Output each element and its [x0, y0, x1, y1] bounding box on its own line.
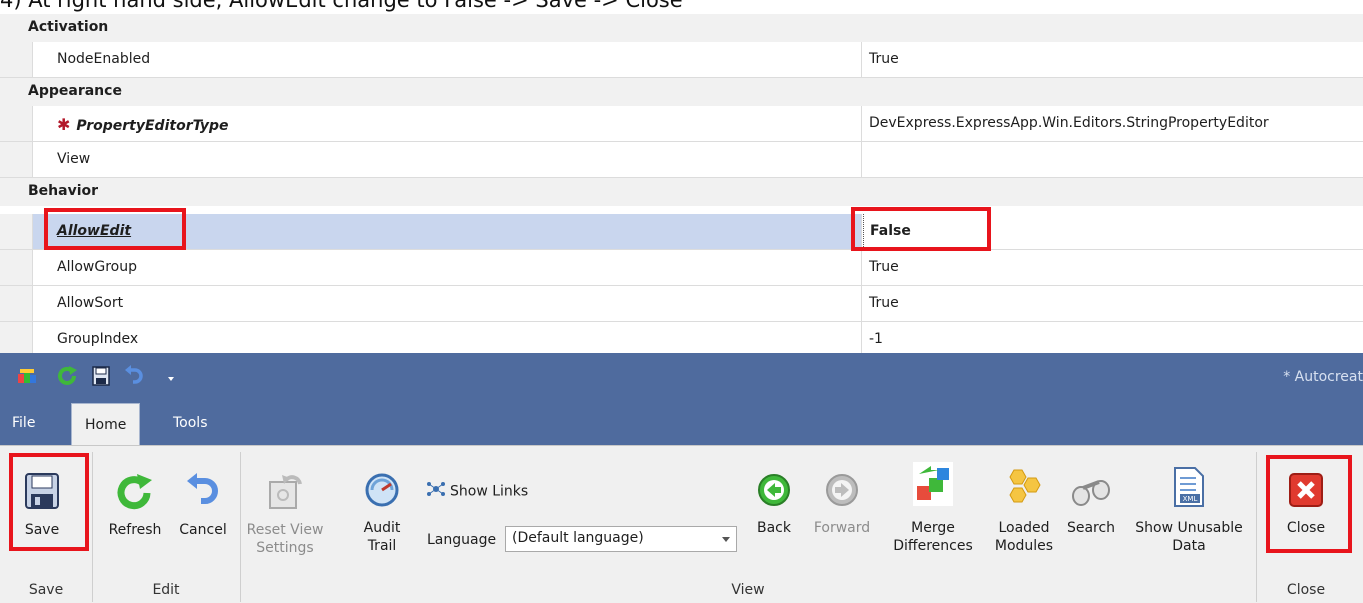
undo-icon — [174, 472, 232, 515]
chevron-down-icon — [722, 537, 730, 542]
save-icon[interactable] — [92, 366, 110, 390]
property-row-view[interactable]: View — [0, 142, 1363, 178]
merge-differences-button[interactable]: Merge Differences — [890, 460, 976, 555]
language-select[interactable]: (Default language) — [505, 526, 737, 552]
category-appearance[interactable]: Appearance — [0, 78, 1363, 106]
property-value[interactable]: True — [863, 286, 1363, 321]
app-logo-icon — [16, 366, 38, 390]
refresh-icon — [102, 472, 168, 515]
property-name: View — [32, 142, 862, 177]
modules-hexagon-icon — [990, 468, 1058, 513]
reset-view-icon — [246, 472, 324, 515]
tab-file[interactable]: File — [12, 415, 35, 431]
ribbon-home-panel: Save Save Refresh Cancel Edit Reset View… — [0, 445, 1363, 603]
property-row-nodeenabled[interactable]: NodeEnabled True — [0, 42, 1363, 78]
group-label-close: Close — [1286, 582, 1326, 598]
language-label: Language — [427, 532, 497, 548]
property-value[interactable]: -1 — [863, 322, 1363, 357]
required-asterisk-icon: ✱ — [57, 115, 71, 134]
property-name: NodeEnabled — [32, 42, 862, 77]
refresh-icon[interactable] — [56, 365, 78, 391]
property-grid: Activation NodeEnabled True Appearance ✱… — [0, 14, 1363, 358]
category-behavior[interactable]: Behavior — [0, 178, 1363, 206]
refresh-button[interactable]: Refresh — [102, 472, 168, 539]
close-icon — [1276, 472, 1336, 513]
forward-button[interactable]: Forward — [810, 472, 874, 537]
property-value[interactable]: DevExpress.ExpressApp.Win.Editors.String… — [863, 106, 1363, 141]
back-button[interactable]: Back — [752, 472, 796, 537]
group-label-edit: Edit — [152, 582, 180, 598]
save-icon — [12, 472, 72, 515]
property-name: GroupIndex — [32, 322, 862, 357]
property-row-allowedit[interactable]: AllowEdit False — [0, 214, 1363, 250]
property-name: AllowEdit — [32, 214, 862, 249]
window-title: * Autocreat — [1283, 369, 1363, 385]
merge-cubes-icon — [890, 460, 976, 513]
property-name: PropertyEditorType — [76, 118, 229, 134]
property-row-allowsort[interactable]: AllowSort True — [0, 286, 1363, 322]
property-row-propertyeditortype[interactable]: ✱ PropertyEditorType DevExpress.ExpressAp… — [0, 106, 1363, 142]
group-label-save: Save — [28, 582, 64, 598]
application-title-bar: * Autocreat — [0, 353, 1363, 403]
quick-access-toolbar — [16, 365, 176, 391]
property-value-editor[interactable]: False — [863, 214, 1363, 249]
property-row-allowgroup[interactable]: AllowGroup True — [0, 250, 1363, 286]
property-name: AllowGroup — [32, 250, 862, 285]
property-name-cell: ✱ PropertyEditorType — [32, 106, 862, 141]
reset-view-settings-button[interactable]: Reset View Settings — [246, 472, 324, 557]
ribbon-tab-bar: File Home Tools — [0, 403, 1363, 446]
svg-text:XML: XML — [1183, 495, 1198, 503]
show-unusable-data-button[interactable]: XML Show Unusable Data — [1128, 466, 1250, 555]
xml-file-icon: XML — [1128, 466, 1250, 513]
undo-icon[interactable] — [124, 365, 144, 391]
category-activation[interactable]: Activation — [0, 14, 1363, 42]
forward-arrow-icon — [810, 472, 874, 513]
property-value[interactable] — [863, 142, 1363, 177]
binoculars-icon — [1062, 474, 1120, 513]
tab-home[interactable]: Home — [71, 403, 141, 446]
group-label-view: View — [731, 582, 765, 598]
save-button[interactable]: Save — [12, 472, 72, 539]
cancel-button[interactable]: Cancel — [174, 472, 232, 539]
property-name: AllowSort — [32, 286, 862, 321]
tab-tools[interactable]: Tools — [173, 415, 208, 431]
property-value[interactable]: True — [863, 42, 1363, 77]
customize-qat-chevron-down-icon[interactable] — [166, 370, 176, 386]
close-button[interactable]: Close — [1276, 472, 1336, 537]
show-links-button[interactable]: Show Links — [426, 481, 546, 502]
audit-trail-icon — [354, 472, 410, 513]
property-value[interactable]: True — [863, 250, 1363, 285]
search-button[interactable]: Search — [1062, 474, 1120, 537]
audit-trail-button[interactable]: Audit Trail — [354, 472, 410, 555]
back-arrow-icon — [752, 472, 796, 513]
links-icon — [426, 481, 446, 502]
loaded-modules-button[interactable]: Loaded Modules — [990, 468, 1058, 555]
instruction-caption: 4) At right hand side, AllowEdit change … — [0, 0, 683, 12]
